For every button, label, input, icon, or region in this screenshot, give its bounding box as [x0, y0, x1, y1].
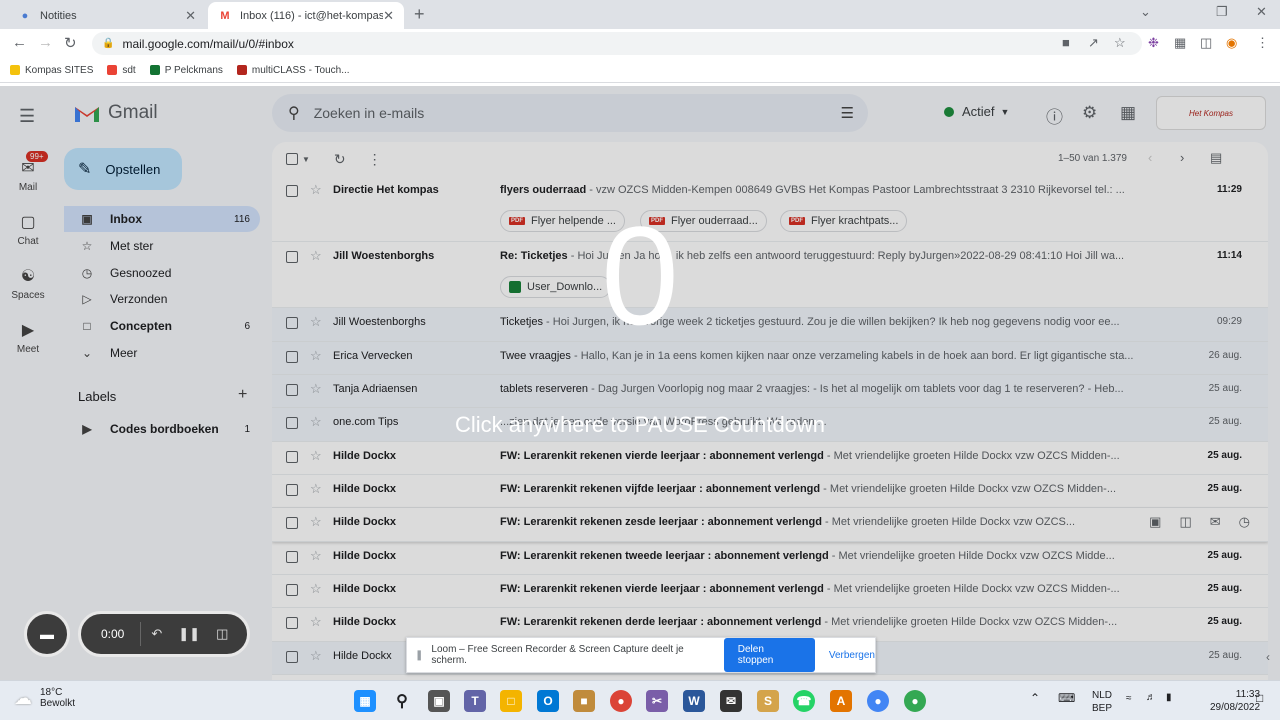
screen-share-notification: ❚ Loom – Free Screen Recorder & Screen C… [406, 637, 876, 673]
bookmarks-bar: Kompas SITES sdt P Pelckmans multiCLASS … [0, 58, 1280, 83]
video-camera-icon: ▬ [40, 626, 54, 642]
tray-overflow-icon[interactable]: ⌃ [1030, 691, 1040, 705]
forward-icon[interactable]: → [38, 34, 53, 51]
recording-timer: 0:00 [101, 627, 125, 641]
site-icon [236, 65, 247, 75]
wifi-icon[interactable]: ≈ [1126, 693, 1132, 704]
mail-app-icon[interactable]: ✉ [720, 690, 742, 712]
bookmark-sdt[interactable]: sdt [107, 64, 136, 76]
reload-icon[interactable]: ↻ [64, 34, 77, 52]
tab-title: Inbox (116) - ict@het-kompas.be [240, 9, 384, 22]
chrome-profile-icon[interactable]: ● [904, 690, 926, 712]
bookmark-p-pelckmans[interactable]: P Pelckmans [149, 64, 223, 76]
language-indicator[interactable]: NLD BEP [1092, 689, 1112, 715]
outlook-icon[interactable]: O [537, 690, 559, 712]
tab-inbox[interactable]: M Inbox (116) - ict@het-kompas.be ✕ [208, 2, 404, 29]
stop-sharing-button[interactable]: Delen stoppen [723, 638, 815, 672]
bookmark-multiclass[interactable]: multiCLASS - Touch... [236, 64, 350, 76]
restart-icon[interactable]: ↶ [151, 626, 162, 642]
chrome-icon[interactable]: ● [610, 690, 632, 712]
tab-search-icon[interactable]: ⌄ [1140, 4, 1151, 20]
word-icon[interactable]: W [683, 690, 705, 712]
notifications-icon[interactable]: □ [1256, 691, 1263, 705]
clock-date: 29/08/2022 [1210, 702, 1261, 713]
drag-handle-icon[interactable]: ❚ [415, 650, 423, 661]
share-icon[interactable]: ↗ [1088, 35, 1099, 51]
close-tab-icon[interactable]: ✕ [383, 8, 394, 24]
chrome-icon[interactable]: ● [867, 690, 889, 712]
bookmark-label: P Pelckmans [164, 64, 223, 76]
battery-icon[interactable]: ▮ [1166, 692, 1172, 703]
gmail-icon: M [220, 9, 230, 22]
delete-trash-icon[interactable]: ◫ [216, 626, 228, 642]
bookmark-label: sdt [122, 64, 136, 76]
app-icon[interactable]: ■ [573, 690, 595, 712]
bookmark-star-icon[interactable]: ☆ [1114, 35, 1126, 51]
side-panel-toggle-icon[interactable]: ‹ [1266, 650, 1270, 664]
lock-icon: 🔒 [102, 38, 115, 49]
countdown-number: 0 [601, 197, 679, 354]
bookmark-kompas-sites[interactable]: Kompas SITES [10, 65, 93, 76]
weather-condition: Bewolkt [40, 698, 76, 709]
cloud-icon: ☁ [14, 687, 32, 708]
browser-toolbar: ← → ↻ 🔒 mail.google.com/mail/u/0/#inbox … [0, 29, 1280, 58]
address-bar[interactable]: 🔒 mail.google.com/mail/u/0/#inbox [92, 32, 1142, 55]
tab-title: Notities [40, 9, 77, 22]
folder-icon [10, 65, 20, 75]
weather-widget[interactable]: ☁ 18°C Bewolkt [14, 687, 75, 709]
system-clock[interactable]: 11:33 29/08/2022 [1210, 688, 1260, 714]
windows-start-icon[interactable]: ▦ [354, 690, 376, 712]
close-window-icon[interactable]: ✕ [1256, 4, 1267, 20]
tab-notities[interactable]: ● Notities ✕ [8, 2, 206, 29]
whatsapp-icon[interactable]: ☎ [793, 690, 815, 712]
browser-tab-strip: ● Notities ✕ M Inbox (116) - ict@het-kom… [0, 0, 1280, 29]
teams-icon[interactable]: T [464, 690, 486, 712]
clock-time: 11:33 [1235, 689, 1261, 700]
loom-control-bar: 0:00 ↶ ❚❚ ◫ [78, 611, 250, 657]
extension-loom-icon[interactable]: ❉ [1148, 35, 1159, 51]
loom-countdown-overlay[interactable] [0, 86, 1280, 680]
close-tab-icon[interactable]: ✕ [185, 8, 196, 24]
snipping-tool-icon[interactable]: ✂ [646, 690, 668, 712]
language-code: NLD [1092, 690, 1113, 701]
bookmark-label: multiCLASS - Touch... [251, 64, 350, 76]
camera-blocked-icon[interactable]: ■ [1062, 35, 1070, 50]
temperature: 18°C [40, 687, 63, 698]
windows-taskbar: ☁ 18°C Bewolkt ▦ ⚲ ▣ T □ O ■ ● ✂ W ✉ S ☎… [0, 680, 1280, 720]
pause-icon[interactable]: ❚❚ [178, 626, 200, 642]
bookmark-label: Kompas SITES [25, 64, 94, 76]
keyboard-layout: BEP [1092, 703, 1113, 714]
restore-window-icon[interactable]: ❐ [1216, 4, 1228, 20]
menu-kebab-icon[interactable]: ⋮ [1256, 35, 1269, 51]
divider [140, 622, 142, 646]
gmail-icon [107, 65, 118, 75]
site-icon [149, 65, 160, 75]
extensions-puzzle-icon[interactable]: ▦ [1174, 35, 1186, 51]
people-icon: ● [21, 9, 29, 22]
keyboard-icon[interactable]: ⌨ [1058, 691, 1075, 705]
countdown-hint[interactable]: Click anywhere to PAUSE Countdown [340, 412, 940, 438]
file-explorer-icon[interactable]: □ [500, 690, 522, 712]
hide-button[interactable]: Verbergen [829, 650, 875, 661]
sonos-icon[interactable]: S [757, 690, 779, 712]
app-icon[interactable]: A [830, 690, 852, 712]
search-icon[interactable]: ⚲ [391, 690, 413, 712]
new-tab-icon[interactable]: + [414, 4, 425, 25]
back-icon[interactable]: ← [12, 34, 27, 51]
url-text: mail.google.com/mail/u/0/#inbox [122, 36, 294, 51]
share-message: Loom – Free Screen Recorder & Screen Cap… [431, 644, 684, 666]
task-view-icon[interactable]: ▣ [428, 690, 450, 712]
side-panel-icon[interactable]: ◫ [1200, 35, 1212, 51]
loom-camera-button[interactable]: ▬ [24, 611, 70, 657]
volume-icon[interactable]: ♬ [1146, 692, 1156, 703]
profile-avatar-icon[interactable]: ◉ [1226, 35, 1237, 51]
